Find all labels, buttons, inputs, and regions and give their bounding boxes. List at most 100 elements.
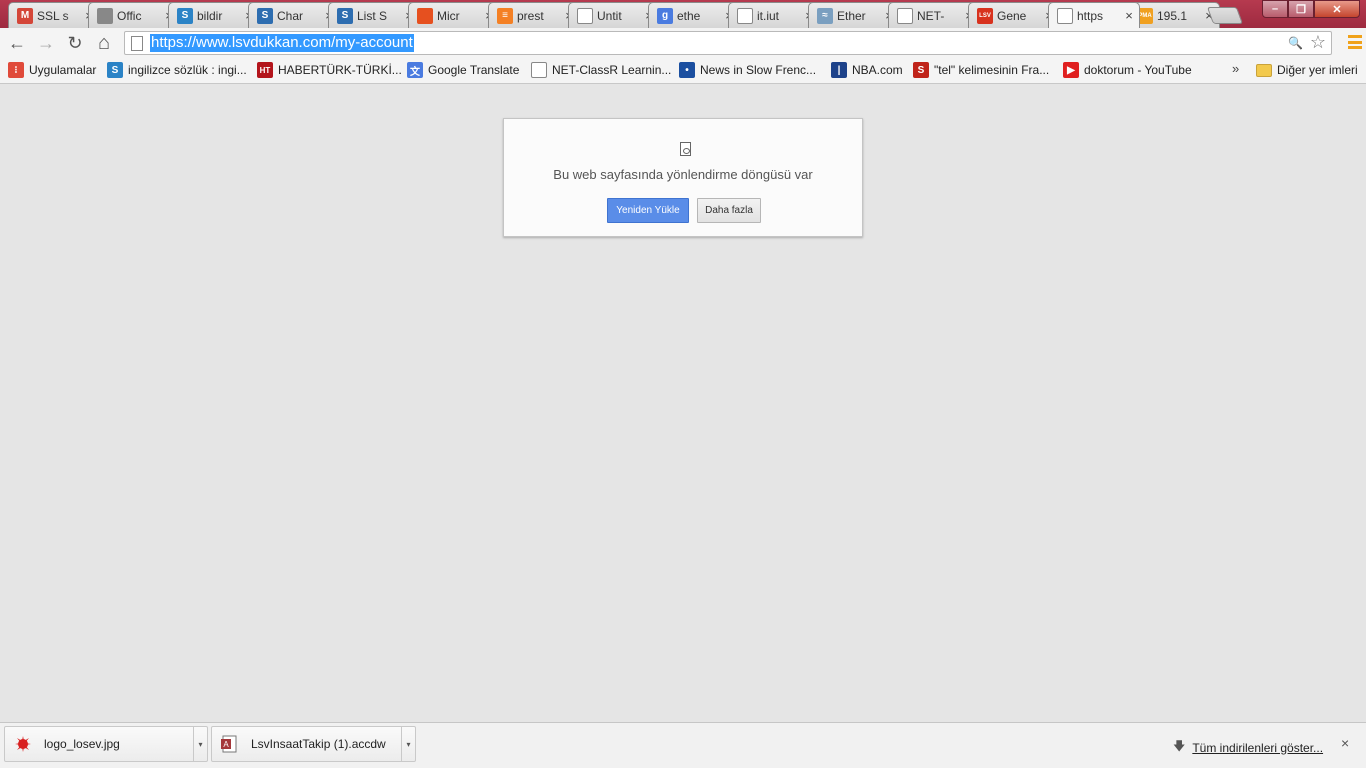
show-all-downloads[interactable]: 🡇 Tüm indirilenleri göster... — [1173, 737, 1323, 758]
page-icon — [1057, 8, 1073, 24]
tab-title: Char — [277, 8, 304, 23]
bookmark-label: doktorum - YouTube — [1084, 63, 1192, 77]
page-icon — [897, 7, 913, 24]
bookmark-label: Google Translate — [428, 63, 520, 77]
tab[interactable]: ≡prest× — [488, 2, 580, 28]
download-menu-icon[interactable]: ▾ — [193, 727, 207, 761]
reload-button[interactable]: ↻ — [64, 32, 86, 54]
tab-close-icon[interactable]: × — [1123, 8, 1135, 23]
lsv-icon: LSV — [977, 7, 993, 24]
reload-page-button[interactable]: Yeniden Yükle — [607, 198, 689, 223]
translate-icon: 文 — [407, 62, 423, 78]
bookmark-label: HABERTÜRK-TÜRKİ... — [278, 63, 402, 77]
back-button[interactable]: ← — [6, 32, 28, 54]
download-item[interactable]: logo_losev.jpg ▾ — [4, 726, 208, 762]
maximize-button[interactable]: ❐ — [1288, 0, 1314, 18]
show-all-downloads-link[interactable]: Tüm indirilenleri göster... — [1192, 741, 1323, 755]
close-shelf-icon[interactable]: × — [1341, 735, 1349, 751]
other-bookmarks[interactable]: Diğer yer imleri — [1256, 62, 1358, 78]
tab-title: Untit — [597, 8, 622, 23]
tab[interactable]: Untit× — [568, 2, 660, 28]
tab[interactable]: Micr× — [408, 2, 500, 28]
folder-icon — [1256, 63, 1272, 77]
ethernet-icon: ≈ — [817, 7, 833, 24]
sharepoint-icon: S — [337, 7, 353, 24]
download-menu-icon[interactable]: ▾ — [401, 727, 415, 761]
haberturk-icon: HT — [257, 62, 273, 78]
tab[interactable]: LSVGene× — [968, 2, 1060, 28]
bookmark-item[interactable]: NET-ClassR Learnin... — [531, 62, 671, 78]
stackoverflow-icon: ≡ — [497, 7, 513, 24]
page-icon — [577, 7, 593, 24]
tab[interactable]: Offic× — [88, 2, 180, 28]
page-icon — [131, 36, 143, 51]
tab[interactable]: ≈Ether× — [808, 2, 900, 28]
home-button[interactable]: ⌂ — [93, 32, 115, 54]
bookmark-item[interactable]: | NBA.com — [831, 62, 903, 78]
tab-title: List S — [357, 8, 388, 23]
search-icon[interactable]: 🔍 — [1288, 36, 1303, 50]
tab-title: prest — [517, 8, 544, 23]
home-icon: ⌂ — [97, 31, 111, 54]
tab[interactable]: SList S× — [328, 2, 420, 28]
download-shelf: logo_losev.jpg ▾ A LsvInsaatTakip (1).ac… — [0, 722, 1366, 768]
bookmark-label: NBA.com — [852, 63, 903, 77]
sharepoint-icon: S — [257, 7, 273, 24]
tab-title: https — [1077, 9, 1104, 23]
bookmark-item[interactable]: HT HABERTÜRK-TÜRKİ... — [257, 62, 402, 78]
bookmark-item[interactable]: ⁝ Uygulamalar — [8, 62, 96, 78]
bookmark-item[interactable]: Singilizce sözlük : ingi... — [107, 62, 247, 78]
bookmark-item[interactable]: S "tel" kelimesinin Fra... — [913, 62, 1049, 78]
bookmark-label: ingilizce sözlük : ingi... — [128, 63, 247, 77]
access-file-icon: A — [221, 735, 237, 753]
tab[interactable]: https × — [1048, 2, 1140, 28]
tab-title: 195.1 — [1157, 8, 1188, 23]
tab-title: Micr — [437, 8, 460, 23]
tab[interactable]: it.iut× — [728, 2, 820, 28]
bookmark-label: News in Slow Frenc... — [700, 63, 817, 77]
new-tab-button[interactable] — [1206, 7, 1244, 24]
forward-button[interactable]: → — [35, 32, 57, 54]
youtube-icon: ▶ — [1063, 62, 1079, 78]
url-text[interactable]: https://www.lsvdukkan.com/my-account — [150, 34, 414, 52]
error-box: Bu web sayfasında yönlendirme döngüsü va… — [503, 118, 863, 237]
bookmarks-overflow-icon[interactable]: » — [1232, 61, 1239, 76]
back-arrow-icon: ← — [8, 32, 26, 53]
google-icon: g — [657, 7, 673, 24]
minimize-button[interactable]: – — [1262, 0, 1288, 18]
bookmarks-bar: ⁝ Uygulamalar Singilizce sözlük : ingi... H… — [0, 57, 1366, 84]
tab-title: it.iut — [757, 8, 780, 23]
forward-arrow-icon: → — [37, 32, 55, 53]
tab[interactable]: PMA195.1× — [1128, 2, 1220, 28]
toolbar: ← → ↻ ⌂ https://www.lsvdukkan.com/my-acc… — [0, 28, 1366, 57]
tab[interactable]: Sbildir× — [168, 2, 260, 28]
svg-text:A: A — [223, 740, 229, 749]
tab[interactable]: MSSL s× — [8, 2, 100, 28]
reverso-icon: S — [913, 62, 929, 78]
bookmark-item[interactable]: • News in Slow Frenc... — [679, 62, 816, 78]
tab-strip: MSSL s×Offic×Sbildir×SChar×SList S×Micr×… — [0, 0, 1366, 28]
tab[interactable]: SChar× — [248, 2, 340, 28]
broken-page-icon — [680, 142, 691, 156]
office-icon — [417, 7, 433, 24]
tab-title: NET- — [917, 8, 945, 23]
more-details-button[interactable]: Daha fazla — [697, 198, 761, 223]
bookmark-item[interactable]: ▶ doktorum - YouTube — [1063, 62, 1192, 78]
page-content: Bu web sayfasında yönlendirme döngüsü va… — [0, 85, 1366, 722]
tab[interactable]: gethe× — [648, 2, 740, 28]
tab[interactable]: NET-× — [888, 2, 980, 28]
bookmark-item[interactable]: 文 Google Translate — [407, 62, 519, 78]
bookmark-star-icon[interactable]: ☆ — [1310, 32, 1326, 53]
download-filename: logo_losev.jpg — [44, 737, 120, 751]
page-icon — [737, 7, 753, 24]
tab-title: Ether — [837, 8, 866, 23]
nba-icon: | — [831, 62, 847, 78]
bookmark-label: "tel" kelimesinin Fra... — [934, 63, 1050, 77]
download-item[interactable]: A LsvInsaatTakip (1).accdw ▾ — [211, 726, 416, 762]
address-bar[interactable]: https://www.lsvdukkan.com/my-account 🔍 ☆ — [124, 31, 1332, 55]
window-close-button[interactable]: ✕ — [1314, 0, 1360, 18]
s-icon: S — [177, 7, 193, 24]
menu-icon[interactable] — [1348, 35, 1362, 49]
bookmark-label: Uygulamalar — [29, 63, 97, 77]
reload-icon: ↻ — [67, 32, 83, 53]
